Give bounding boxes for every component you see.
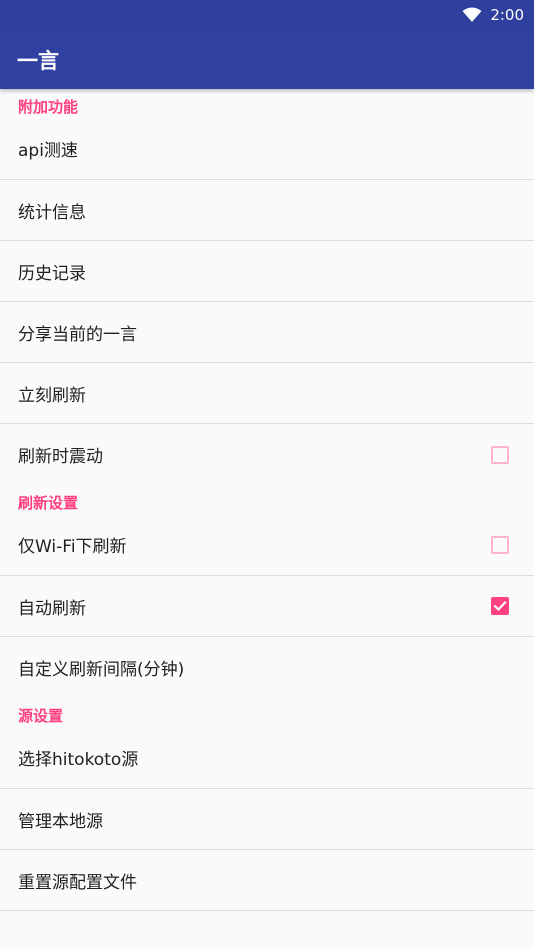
status-bar: 2:00 (0, 0, 534, 30)
preferences-list: 附加功能 api测速 统计信息 历史记录 分享当前的一言 立刻刷新 刷新时震动 … (0, 89, 534, 911)
pref-select-source[interactable]: 选择hitokoto源 (0, 727, 534, 789)
section-header-refresh-settings: 刷新设置 (18, 494, 79, 512)
wifi-icon (462, 7, 482, 23)
section-header-extra-features: 附加功能 (18, 98, 79, 116)
checkmark-icon (493, 600, 507, 612)
wifi-only-checkbox[interactable] (491, 535, 509, 554)
app-title: 一言 (17, 48, 59, 73)
pref-label: 统计信息 (18, 202, 86, 223)
status-time: 2:00 (490, 6, 524, 24)
pref-history[interactable]: 历史记录 (0, 241, 534, 302)
auto-refresh-checkbox[interactable] (491, 597, 509, 615)
pref-label: 自动刷新 (18, 598, 86, 619)
pref-label: 重置源配置文件 (18, 872, 137, 893)
pref-label: 仅Wi-Fi下刷新 (18, 537, 127, 557)
pref-reset-source-config[interactable]: 重置源配置文件 (0, 850, 534, 911)
pref-share-current[interactable]: 分享当前的一言 (0, 302, 534, 363)
pref-auto-refresh[interactable]: 自动刷新 (0, 576, 534, 637)
app-bar: 一言 (0, 30, 534, 89)
pref-api-speed-test[interactable]: api测速 (0, 118, 534, 180)
pref-label: 历史记录 (18, 263, 86, 284)
pref-manage-local-source[interactable]: 管理本地源 (0, 789, 534, 850)
pref-label: 立刻刷新 (18, 385, 86, 406)
section-header-source-settings: 源设置 (18, 707, 64, 725)
pref-label: 分享当前的一言 (18, 324, 137, 345)
vibrate-checkbox[interactable] (491, 445, 509, 464)
pref-custom-interval[interactable]: 自定义刷新间隔(分钟) (0, 637, 534, 698)
pref-statistics[interactable]: 统计信息 (0, 180, 534, 241)
pref-label: api测速 (18, 141, 78, 161)
pref-label: 刷新时震动 (18, 447, 103, 467)
pref-wifi-only-refresh[interactable]: 仅Wi-Fi下刷新 (0, 514, 534, 576)
pref-label: 管理本地源 (18, 811, 103, 832)
pref-label: 选择hitokoto源 (18, 750, 139, 770)
pref-refresh-now[interactable]: 立刻刷新 (0, 363, 534, 424)
pref-vibrate-on-refresh[interactable]: 刷新时震动 (0, 424, 534, 485)
pref-label: 自定义刷新间隔(分钟) (18, 660, 185, 680)
